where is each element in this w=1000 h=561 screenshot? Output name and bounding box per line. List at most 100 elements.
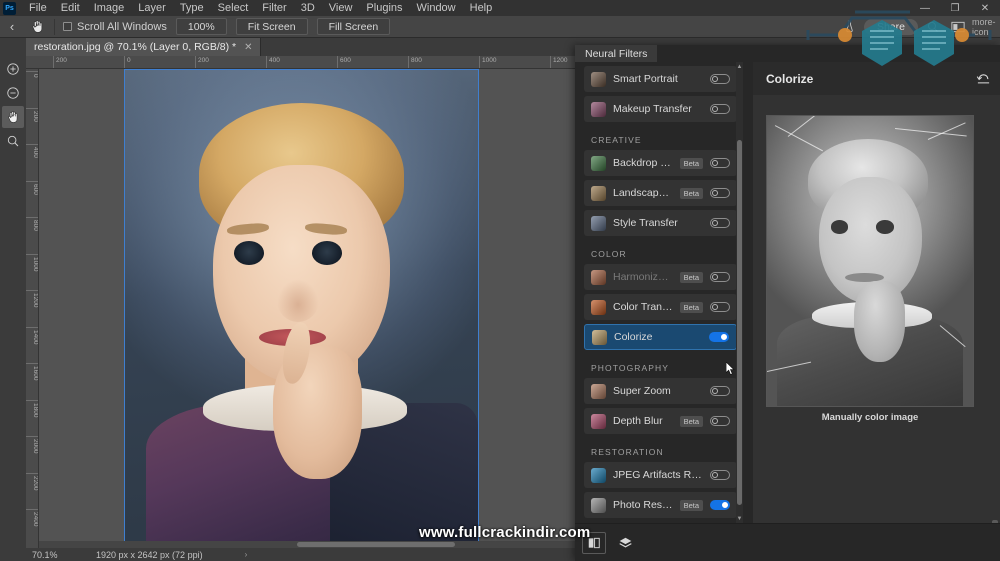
checkbox-box [63, 22, 72, 31]
filter-toggle[interactable] [710, 416, 730, 426]
ruler-tick: 600 [26, 181, 39, 195]
image-eye-right [312, 241, 342, 265]
menu-filter[interactable]: Filter [255, 0, 293, 16]
more-options-icon[interactable]: more-icon [972, 18, 996, 36]
canvas-area[interactable] [39, 69, 575, 548]
neural-filters-list[interactable]: Skin SmoothingSmart PortraitMakeup Trans… [578, 62, 743, 523]
filters-scrollbar-thumb[interactable] [737, 140, 742, 505]
zoom-out-icon[interactable] [2, 82, 24, 104]
filter-row-smart-portrait[interactable]: Smart Portrait [584, 66, 737, 92]
filter-toggle[interactable] [710, 188, 730, 198]
document-tab[interactable]: restoration.jpg @ 70.1% (Layer 0, RGB/8)… [26, 38, 261, 56]
fill-screen-button[interactable]: Fill Screen [317, 18, 391, 35]
filter-name-label: Style Transfer [613, 217, 703, 229]
tools-panel [0, 38, 26, 561]
filter-thumbnail-icon [591, 468, 606, 483]
status-expand-icon[interactable]: › [245, 550, 248, 559]
filter-row-color-transfer[interactable]: Color TransferBeta [584, 294, 737, 320]
ruler-tick: 1000 [479, 56, 496, 69]
watermark-text: www.fullcrackindir.com [419, 524, 590, 541]
beta-badge: Beta [680, 158, 703, 169]
menu-window[interactable]: Window [410, 0, 463, 16]
scroll-up-icon[interactable]: ▲ [736, 62, 743, 71]
filter-thumbnail-icon [591, 414, 606, 429]
menu-help[interactable]: Help [463, 0, 500, 16]
share-button[interactable]: Share [864, 19, 918, 35]
preview-eye-right [876, 220, 894, 233]
preview-image-grayscale[interactable] [766, 115, 974, 407]
magnifier-icon[interactable] [2, 130, 24, 152]
horizontal-scrollbar[interactable] [39, 541, 575, 548]
fit-screen-button[interactable]: Fit Screen [236, 18, 308, 35]
scroll-all-windows-checkbox[interactable]: Scroll All Windows [63, 21, 167, 33]
zoom-in-icon[interactable] [2, 58, 24, 80]
filter-row-style-transfer[interactable]: Style Transfer [584, 210, 737, 236]
filter-row-super-zoom[interactable]: Super Zoom [584, 378, 737, 404]
back-arrow-icon[interactable]: ‹ [0, 19, 24, 34]
filter-row-backdrop-crea[interactable]: Backdrop Crea...Beta [584, 150, 737, 176]
scroll-down-icon[interactable]: ▼ [736, 514, 743, 523]
filter-name-label: Colorize [614, 331, 702, 343]
status-bar: 70.1% 1920 px x 2642 px (72 ppi) › [26, 548, 575, 561]
scrollbar-thumb[interactable] [297, 542, 455, 547]
toggle-knob [712, 76, 718, 82]
filter-toggle[interactable] [710, 302, 730, 312]
ruler-tick: 200 [195, 56, 209, 69]
detail-lower-section [753, 464, 1000, 523]
neural-filters-title[interactable]: Neural Filters [575, 45, 657, 62]
hand-tool-icon[interactable] [24, 19, 50, 34]
filter-toggle[interactable] [710, 272, 730, 282]
menu-layer[interactable]: Layer [131, 0, 173, 16]
menu-type[interactable]: Type [173, 0, 211, 16]
filter-row-colorize[interactable]: Colorize [584, 324, 737, 350]
filter-toggle[interactable] [710, 218, 730, 228]
status-zoom-level[interactable]: 70.1% [26, 550, 78, 560]
filter-toggle[interactable] [710, 74, 730, 84]
toggle-knob [712, 388, 718, 394]
filter-row-jpeg-artifacts-removal[interactable]: JPEG Artifacts Removal [584, 462, 737, 488]
menu-select[interactable]: Select [211, 0, 256, 16]
ruler-tick: 1200 [550, 56, 567, 69]
menu-edit[interactable]: Edit [54, 0, 87, 16]
maximize-button[interactable]: ❐ [940, 0, 970, 16]
ruler-tick: 800 [408, 56, 422, 69]
filter-row-harmonization[interactable]: HarmonizationBeta [584, 264, 737, 290]
divider [54, 19, 55, 35]
layers-icon[interactable] [613, 532, 637, 554]
ruler-tick: 1800 [26, 400, 39, 417]
filter-name-label: Depth Blur [613, 415, 673, 427]
search-icon[interactable] [920, 18, 944, 36]
filter-toggle[interactable] [709, 332, 729, 342]
zoom-100-button[interactable]: 100% [176, 18, 227, 35]
close-button[interactable]: ✕ [970, 0, 1000, 16]
filter-toggle[interactable] [710, 158, 730, 168]
filter-row-makeup-transfer[interactable]: Makeup Transfer [584, 96, 737, 122]
filter-toggle[interactable] [710, 104, 730, 114]
minimize-button[interactable]: — [910, 0, 940, 16]
reset-icon[interactable] [975, 71, 992, 86]
ruler-tick: 200 [26, 108, 39, 122]
filters-scrollbar[interactable]: ▲ ▼ [736, 62, 743, 523]
workspace-icon[interactable] [838, 18, 862, 36]
menu-view[interactable]: View [322, 0, 360, 16]
filter-row-landscape-mi[interactable]: Landscape Mi...Beta [584, 180, 737, 206]
filter-toggle[interactable] [710, 470, 730, 480]
ruler-tick: 200 [53, 56, 67, 69]
menu-plugins[interactable]: Plugins [359, 0, 409, 16]
filter-row-photo-restorat[interactable]: Photo Restorat...Beta [584, 492, 737, 518]
menu-3d[interactable]: 3D [294, 0, 322, 16]
filter-name-label: Landscape Mi... [613, 187, 673, 199]
filter-thumbnail-icon [591, 300, 606, 315]
document-image-colorized [124, 69, 479, 546]
hand-tool-icon[interactable] [2, 106, 24, 128]
menu-image[interactable]: Image [87, 0, 132, 16]
menu-file[interactable]: File [22, 0, 54, 16]
filter-row-depth-blur[interactable]: Depth BlurBeta [584, 408, 737, 434]
filter-toggle[interactable] [710, 386, 730, 396]
close-icon[interactable]: ✕ [244, 42, 252, 53]
image-nose [277, 279, 319, 322]
filter-thumbnail-icon [591, 156, 606, 171]
filter-toggle[interactable] [710, 500, 730, 510]
filter-rows-container: Skin SmoothingSmart PortraitMakeup Trans… [578, 62, 743, 518]
arrange-documents-icon[interactable] [946, 18, 970, 36]
